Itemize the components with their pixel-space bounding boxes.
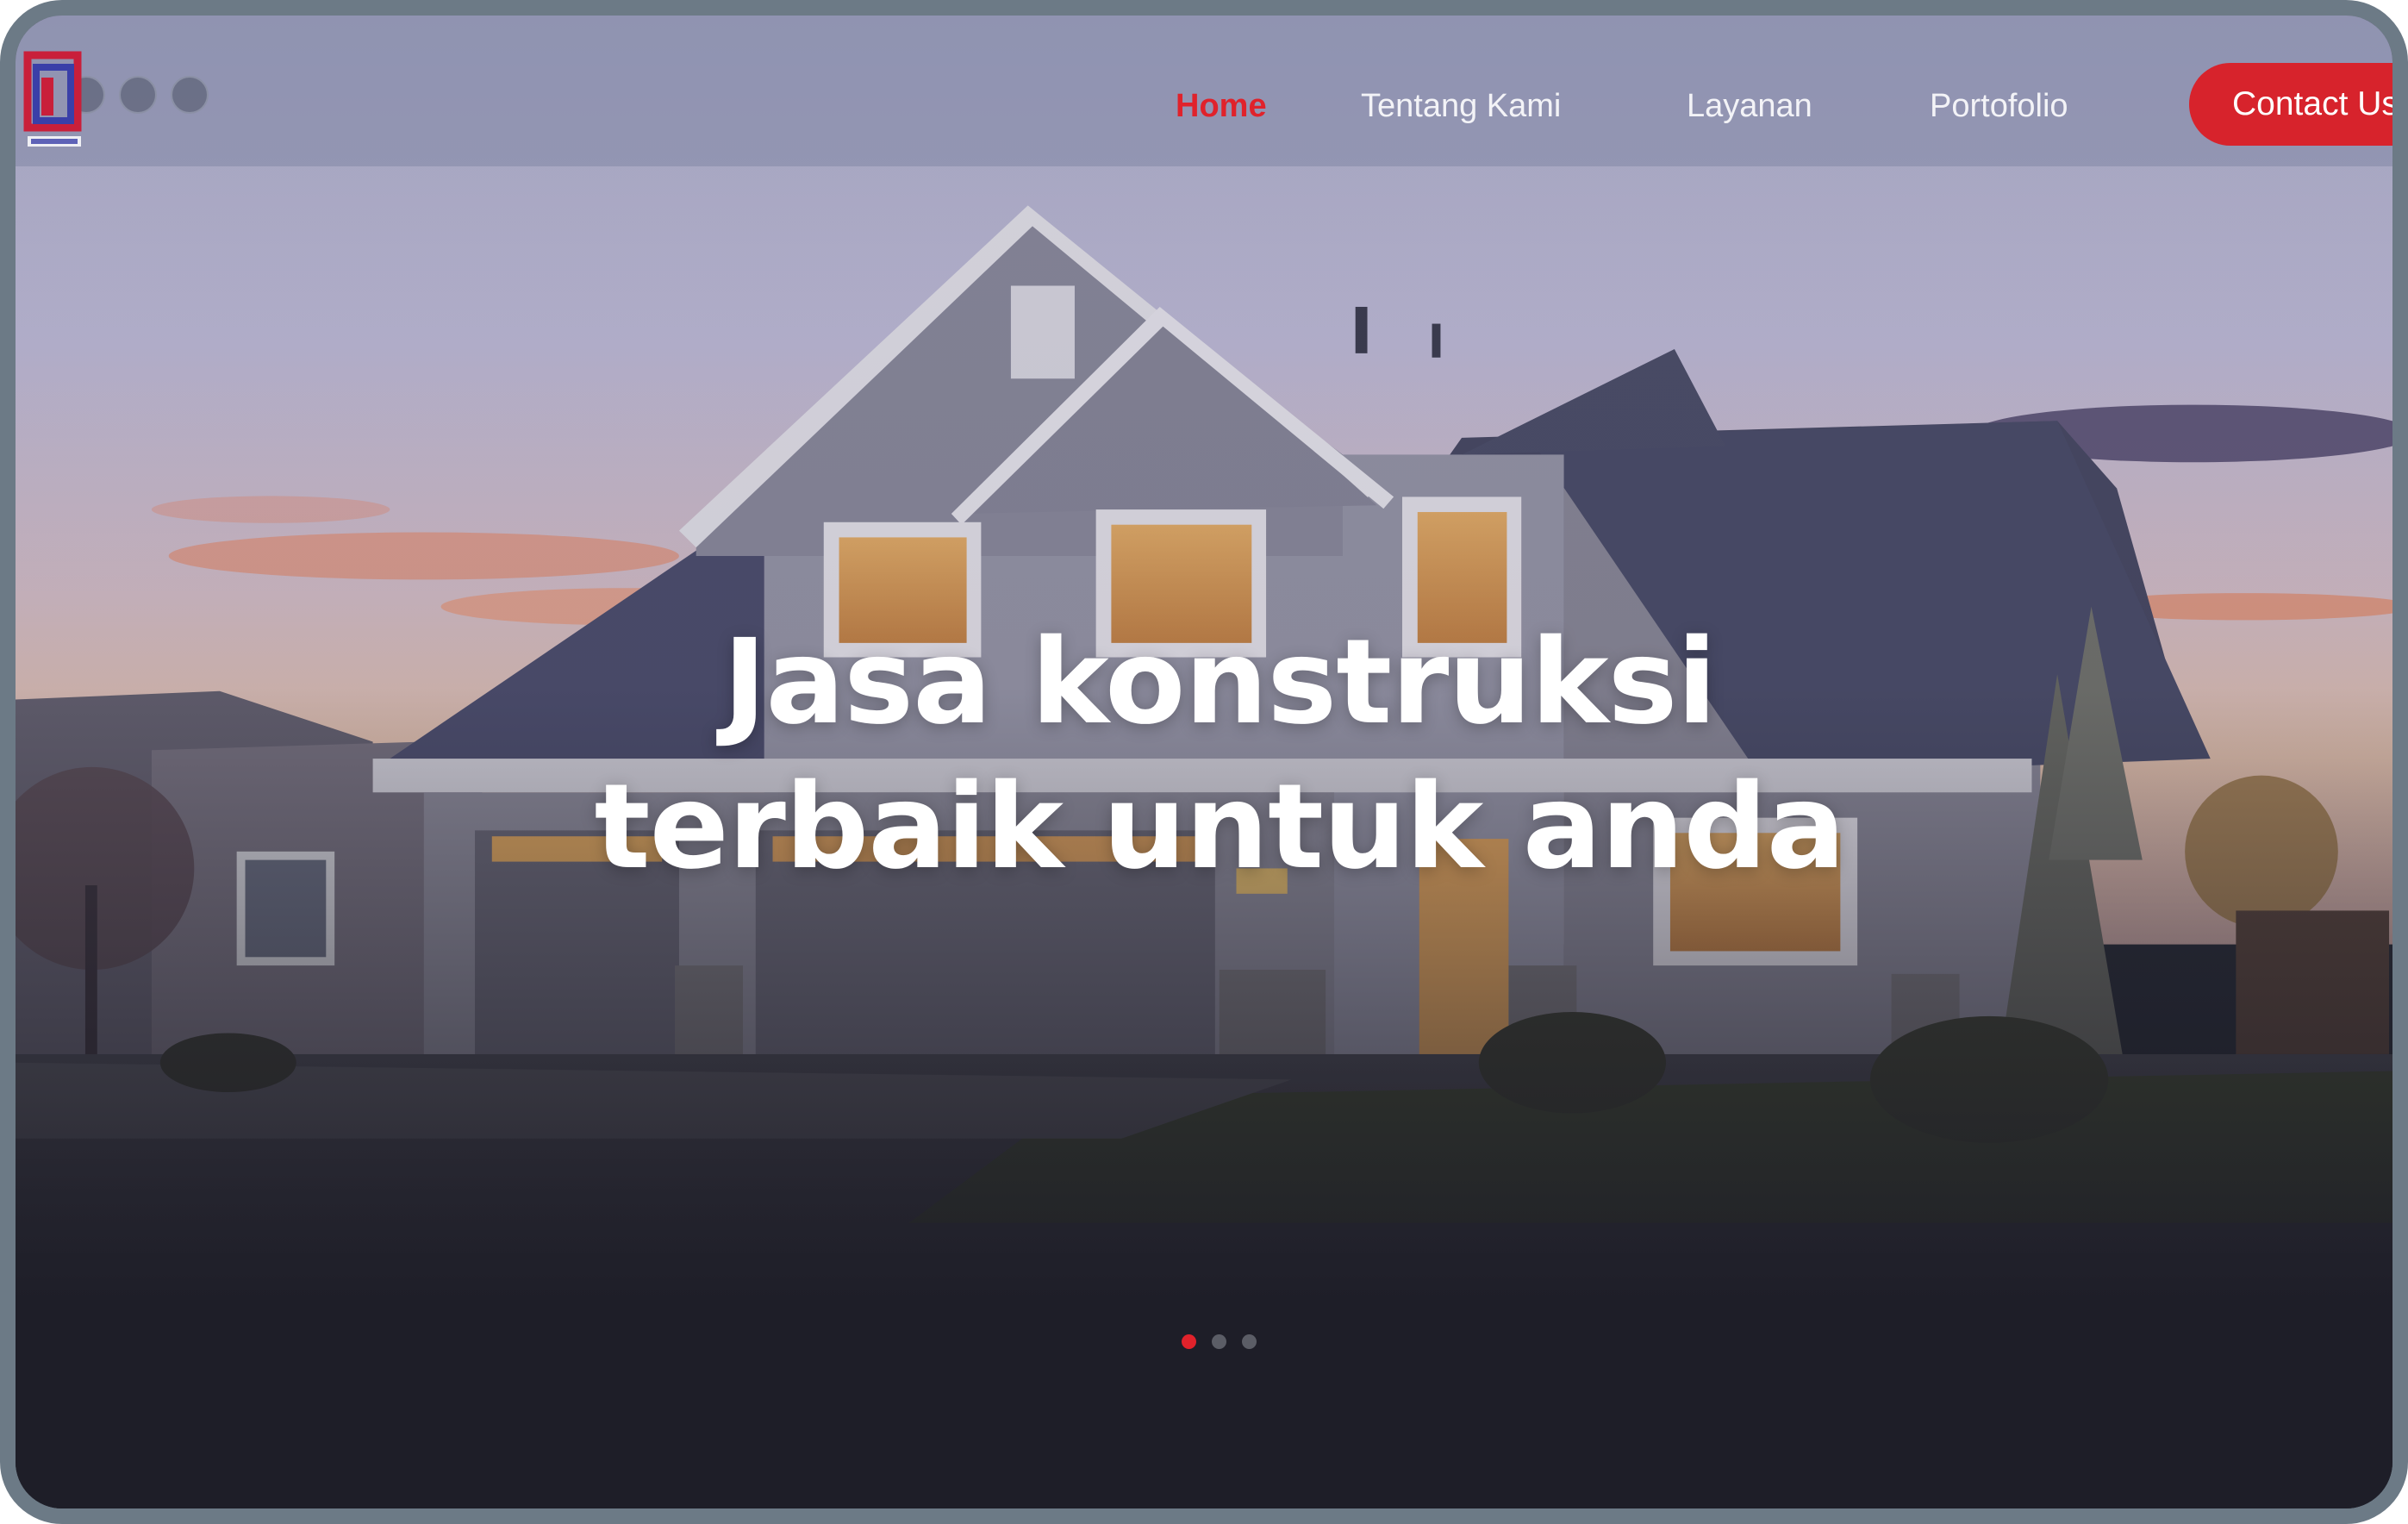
contact-us-button[interactable]: Contact Us (2189, 63, 2392, 146)
hero-heading: Jasa konstruksi terbaik untuk anda (444, 610, 1995, 900)
nav-home-link[interactable]: Home (1176, 84, 1267, 128)
hero-heading-line-1: Jasa konstruksi (722, 615, 1717, 751)
company-logo-icon[interactable] (16, 48, 84, 159)
top-navbar: Home Tentang Kami Layanan Portofolio Con… (16, 16, 2392, 166)
nav-tentang-kami-link[interactable]: Tentang Kami (1361, 84, 1561, 128)
window-maximize-dot-icon[interactable] (171, 76, 209, 114)
slider-dot-3[interactable] (1242, 1334, 1257, 1349)
window-minimize-dot-icon[interactable] (119, 76, 157, 114)
browser-frame: Home Tentang Kami Layanan Portofolio Con… (0, 0, 2408, 1524)
slider-dot-2[interactable] (1212, 1334, 1226, 1349)
nav-layanan-link[interactable]: Layanan (1687, 84, 1812, 128)
slider-pagination (1182, 1334, 1257, 1350)
hero-heading-line-2: terbaik untuk anda (594, 759, 1846, 896)
slider-dot-1[interactable] (1182, 1334, 1196, 1349)
nav-portofolio-link[interactable]: Portofolio (1930, 84, 2068, 128)
